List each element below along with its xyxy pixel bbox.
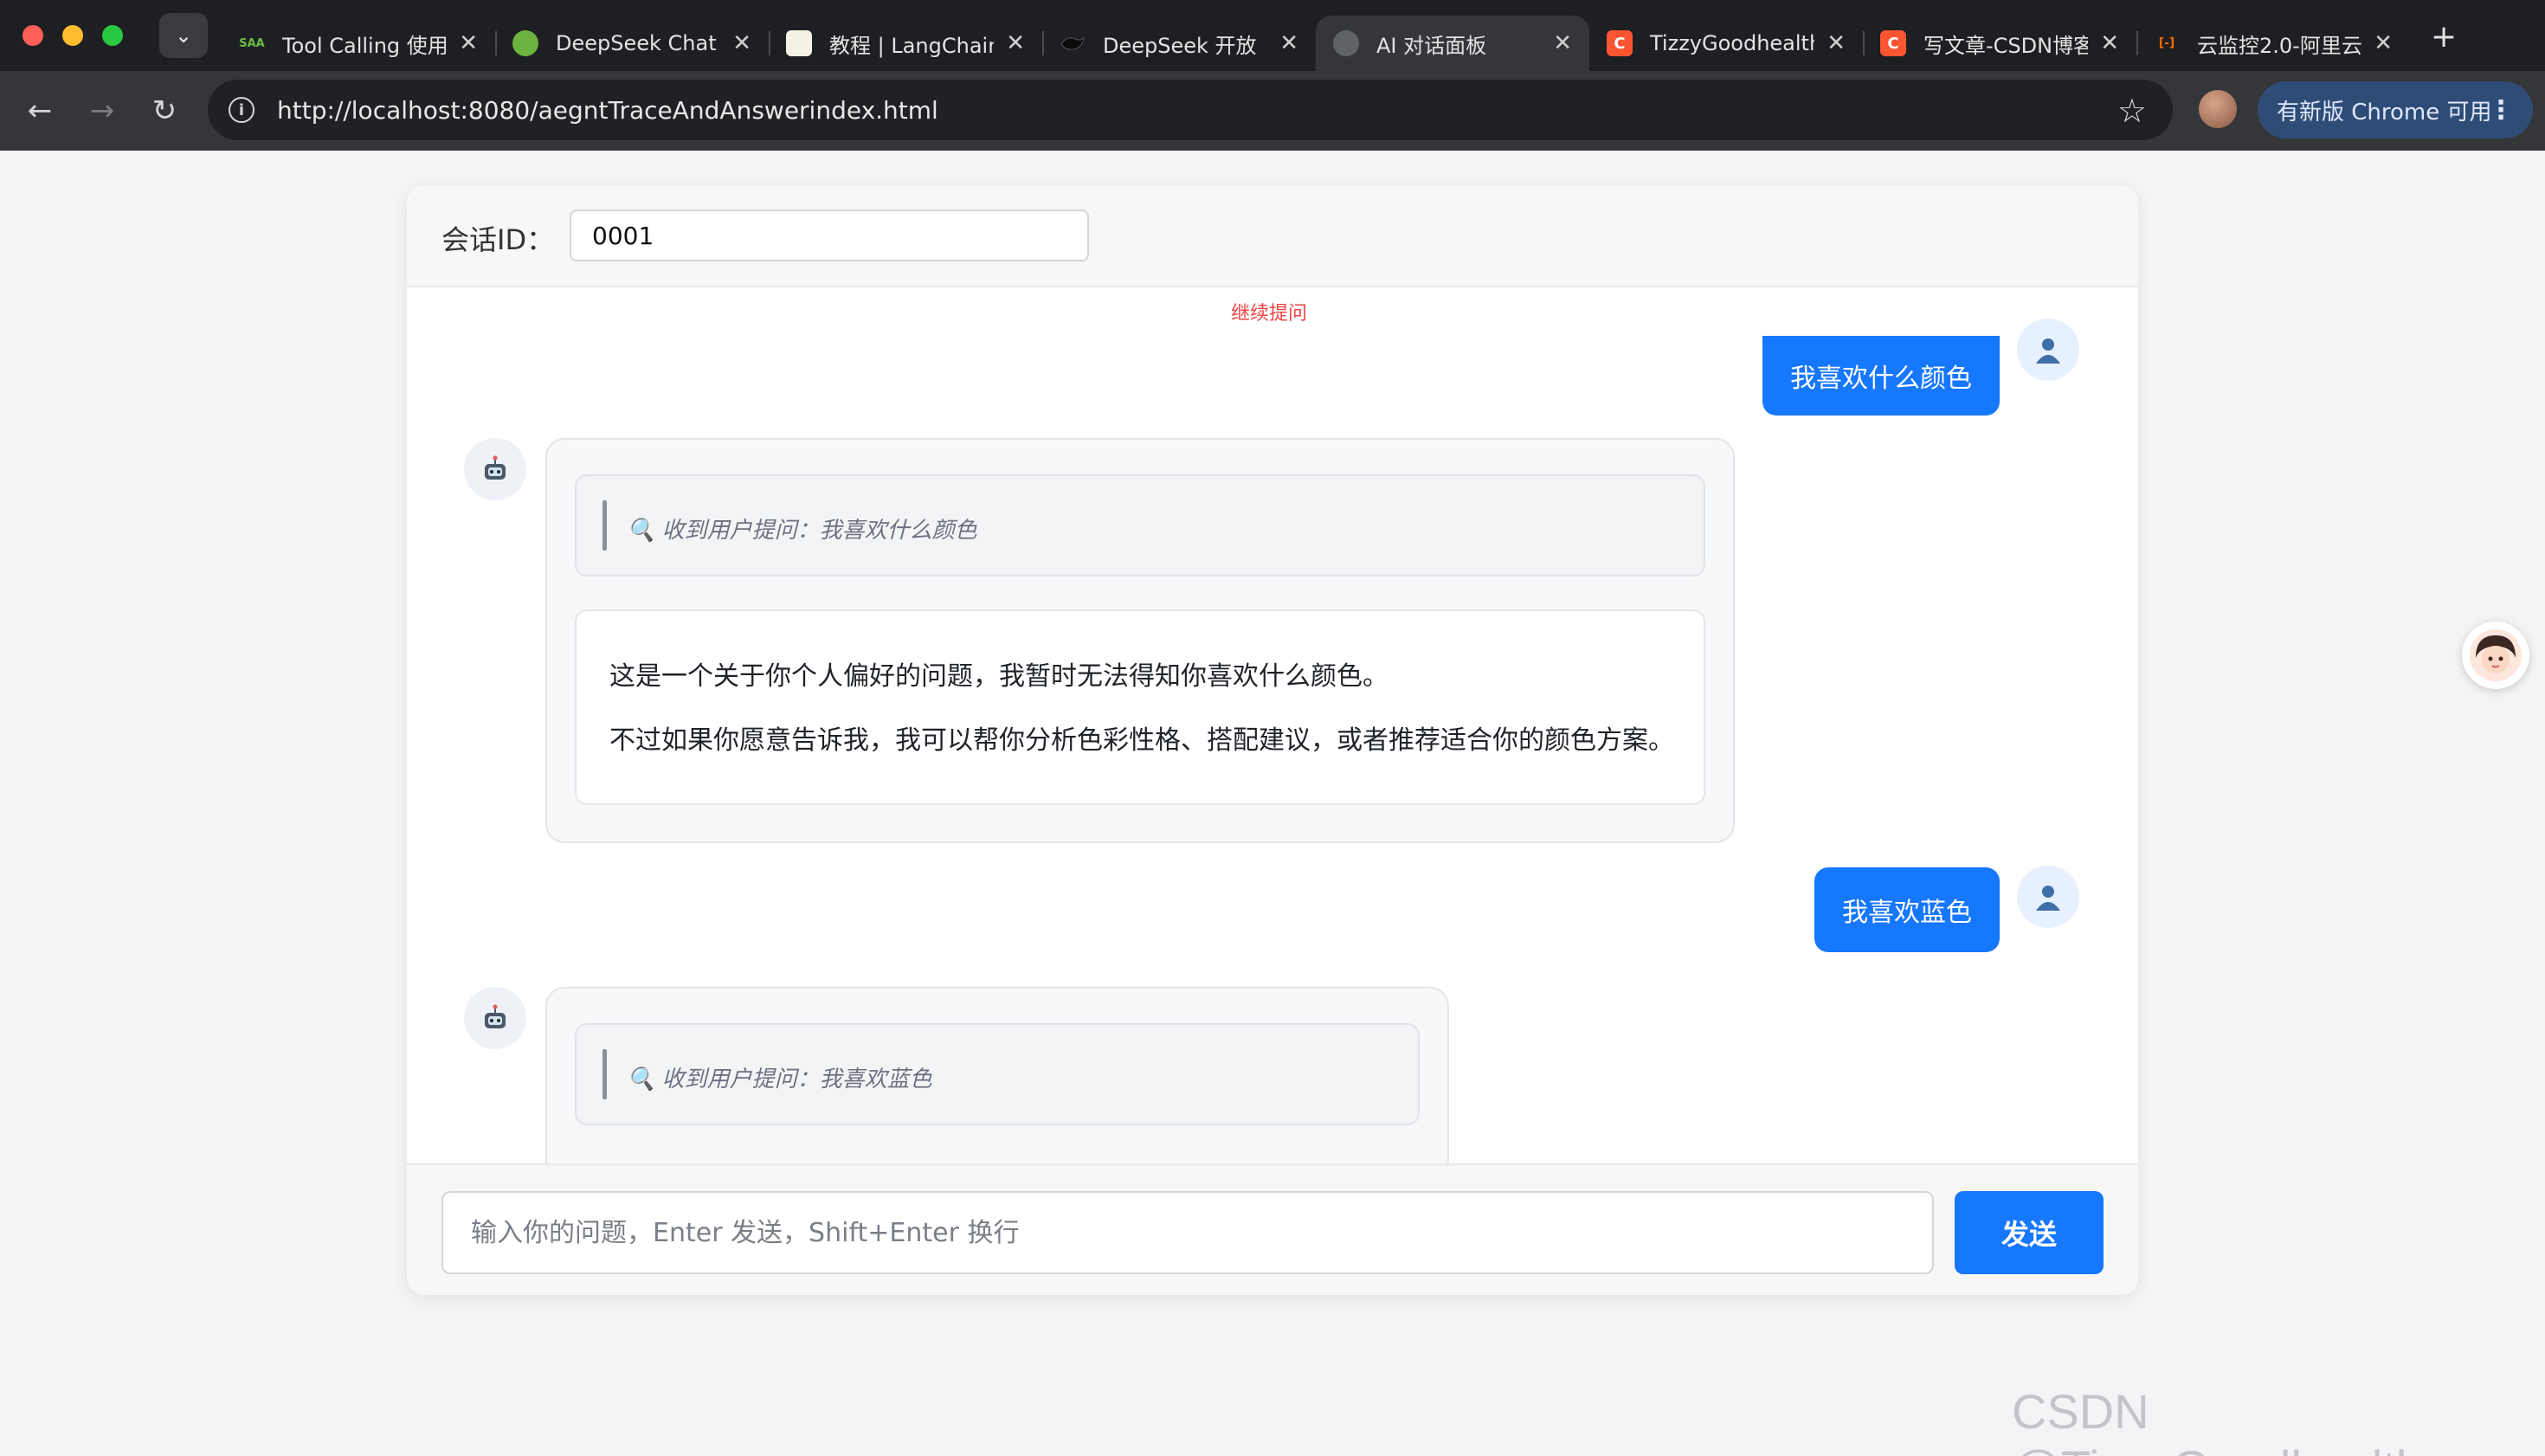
ai-message-card: 🔍 收到用户提问：我喜欢什么颜色 这是一个关于你个人偏好的问题，我暂时无法得知你… [545, 438, 1735, 843]
trace-block: 🔍 收到用户提问：我喜欢什么颜色 [575, 474, 1705, 577]
user-avatar [2017, 319, 2079, 381]
browser-tab[interactable]: [-] 云监控2.0-阿里云 ✕ [2136, 16, 2410, 71]
spring-leaf-icon [512, 30, 538, 56]
user-message-text: 我喜欢什么颜色 [1790, 364, 1972, 394]
chrome-update-button[interactable]: 有新版 Chrome 可用 ⋮ [2258, 81, 2533, 139]
trace-accent-bar [602, 1049, 607, 1099]
chevron-down-icon: ⌄ [174, 23, 193, 48]
address-bar[interactable]: i http://localhost:8080/aegntTraceAndAns… [208, 80, 2173, 140]
close-window-button[interactable] [23, 25, 43, 46]
close-tab-icon[interactable]: ✕ [459, 30, 478, 56]
close-tab-icon[interactable]: ✕ [732, 30, 751, 56]
forward-arrow-icon[interactable]: → [71, 93, 133, 128]
session-id-label: 会话ID： [441, 223, 555, 256]
globe-icon [1333, 30, 1359, 56]
trace-text: 🔍 收到用户提问：我喜欢什么颜色 [627, 518, 977, 544]
tab-title: AI 对话面板 [1376, 33, 1487, 58]
tab-title: TizzyGoodhealth [1650, 31, 1815, 55]
browser-tab[interactable]: 教程 | LangChain ✕ [769, 16, 1042, 71]
profile-avatar[interactable] [2199, 90, 2237, 128]
tab-title: 写文章-CSDN博客 [1923, 33, 2089, 58]
tab-search-button[interactable]: ⌄ [159, 13, 208, 58]
back-arrow-icon[interactable]: ← [9, 93, 71, 128]
more-menu-icon[interactable]: ⋮ [2488, 95, 2514, 126]
deepseek-whale-icon [1060, 30, 1086, 56]
reload-icon[interactable]: ↻ [133, 93, 196, 128]
browser-toolbar: ← → ↻ i http://localhost:8080/aegntTrace… [0, 71, 2545, 151]
trace-text: 🔍 收到用户提问：我喜欢蓝色 [627, 1066, 932, 1092]
bookmark-star-icon[interactable]: ☆ [2117, 92, 2147, 130]
tab-title: 云监控2.0-阿里云 [2197, 33, 2362, 58]
answer-paragraph: 不过如果你愿意告诉我，我可以帮你分析色彩性格、搭配建议，或者推荐适合你的颜色方案… [609, 725, 1674, 756]
close-tab-icon[interactable]: ✕ [2100, 30, 2119, 56]
bot-avatar [464, 438, 526, 500]
assistant-girl-icon [2470, 629, 2522, 681]
close-tab-icon[interactable]: ✕ [1827, 30, 1846, 56]
browser-tab-active[interactable]: AI 对话面板 ✕ [1316, 16, 1589, 71]
user-silhouette-icon [2036, 886, 2060, 911]
browser-tab[interactable]: DeepSeek Chat ✕ [495, 16, 769, 71]
browser-tab[interactable]: SAA Tool Calling 使用 ✕ [222, 16, 495, 71]
browser-tab-bar: ⌄ SAA Tool Calling 使用 ✕ DeepSeek Chat ✕ … [0, 0, 2545, 71]
composer: 发送 [407, 1163, 2138, 1295]
aliyun-icon: [-] [2158, 36, 2175, 50]
user-message-text: 我喜欢蓝色 [1842, 898, 1972, 928]
answer-paragraph: 这是一个关于你个人偏好的问题，我暂时无法得知你喜欢什么颜色。 [609, 661, 1388, 692]
message-input[interactable] [441, 1191, 1934, 1274]
bot-avatar [464, 987, 526, 1049]
new-tab-icon[interactable]: + [2431, 19, 2457, 55]
browser-tab[interactable]: C 写文章-CSDN博客 ✕ [1863, 16, 2136, 71]
site-info-icon[interactable]: i [229, 97, 254, 123]
robot-icon [485, 455, 506, 480]
url-text[interactable]: http://localhost:8080/aegntTraceAndAnswe… [277, 96, 938, 125]
chat-panel: 会话ID： 我喜欢什么颜色 🔍 收到用户提问：我喜欢什么颜色 这是一个关于你个人… [407, 185, 2138, 1295]
csdn-icon: C [1607, 30, 1633, 56]
send-button[interactable]: 发送 [1955, 1191, 2104, 1274]
tab-title: Tool Calling 使用 [282, 33, 448, 58]
session-id-input[interactable] [570, 209, 1089, 261]
minimize-window-button[interactable] [62, 25, 83, 46]
window-controls [23, 25, 152, 46]
continue-tip: 继续提问 [1231, 303, 1308, 325]
saa-icon: SAA [239, 36, 265, 50]
floating-assistant-button[interactable] [2462, 622, 2529, 689]
user-message-bubble: 我喜欢什么颜色 [1762, 336, 2000, 416]
user-message-bubble: 我喜欢蓝色 [1814, 867, 2000, 952]
robot-icon [485, 1004, 506, 1028]
trace-accent-bar [602, 500, 607, 551]
trace-block: 🔍 收到用户提问：我喜欢蓝色 [575, 1023, 1420, 1125]
langchain-icon [786, 30, 812, 56]
browser-tab[interactable]: DeepSeek 开放 ✕ [1042, 16, 1316, 71]
user-silhouette-icon [2036, 338, 2060, 364]
browser-tab[interactable]: C TizzyGoodhealth ✕ [1589, 16, 1863, 71]
answer-block: 这是一个关于你个人偏好的问题，我暂时无法得知你喜欢什么颜色。 不过如果你愿意告诉… [575, 609, 1705, 805]
close-tab-icon[interactable]: ✕ [2374, 30, 2393, 56]
update-label: 有新版 Chrome 可用 [2277, 99, 2492, 126]
close-tab-icon[interactable]: ✕ [1006, 30, 1025, 56]
close-tab-icon[interactable]: ✕ [1279, 30, 1298, 56]
session-header: 会话ID： [407, 185, 2138, 287]
user-avatar [2017, 866, 2079, 928]
csdn-icon: C [1880, 30, 1906, 56]
close-tab-icon[interactable]: ✕ [1553, 30, 1572, 56]
tab-title: DeepSeek 开放 [1103, 33, 1257, 58]
watermark: CSDN @TizzyGoodhealth [2012, 1384, 2423, 1456]
maximize-window-button[interactable] [102, 25, 123, 46]
tab-title: DeepSeek Chat [556, 31, 717, 55]
tab-title: 教程 | LangChain [829, 33, 995, 58]
